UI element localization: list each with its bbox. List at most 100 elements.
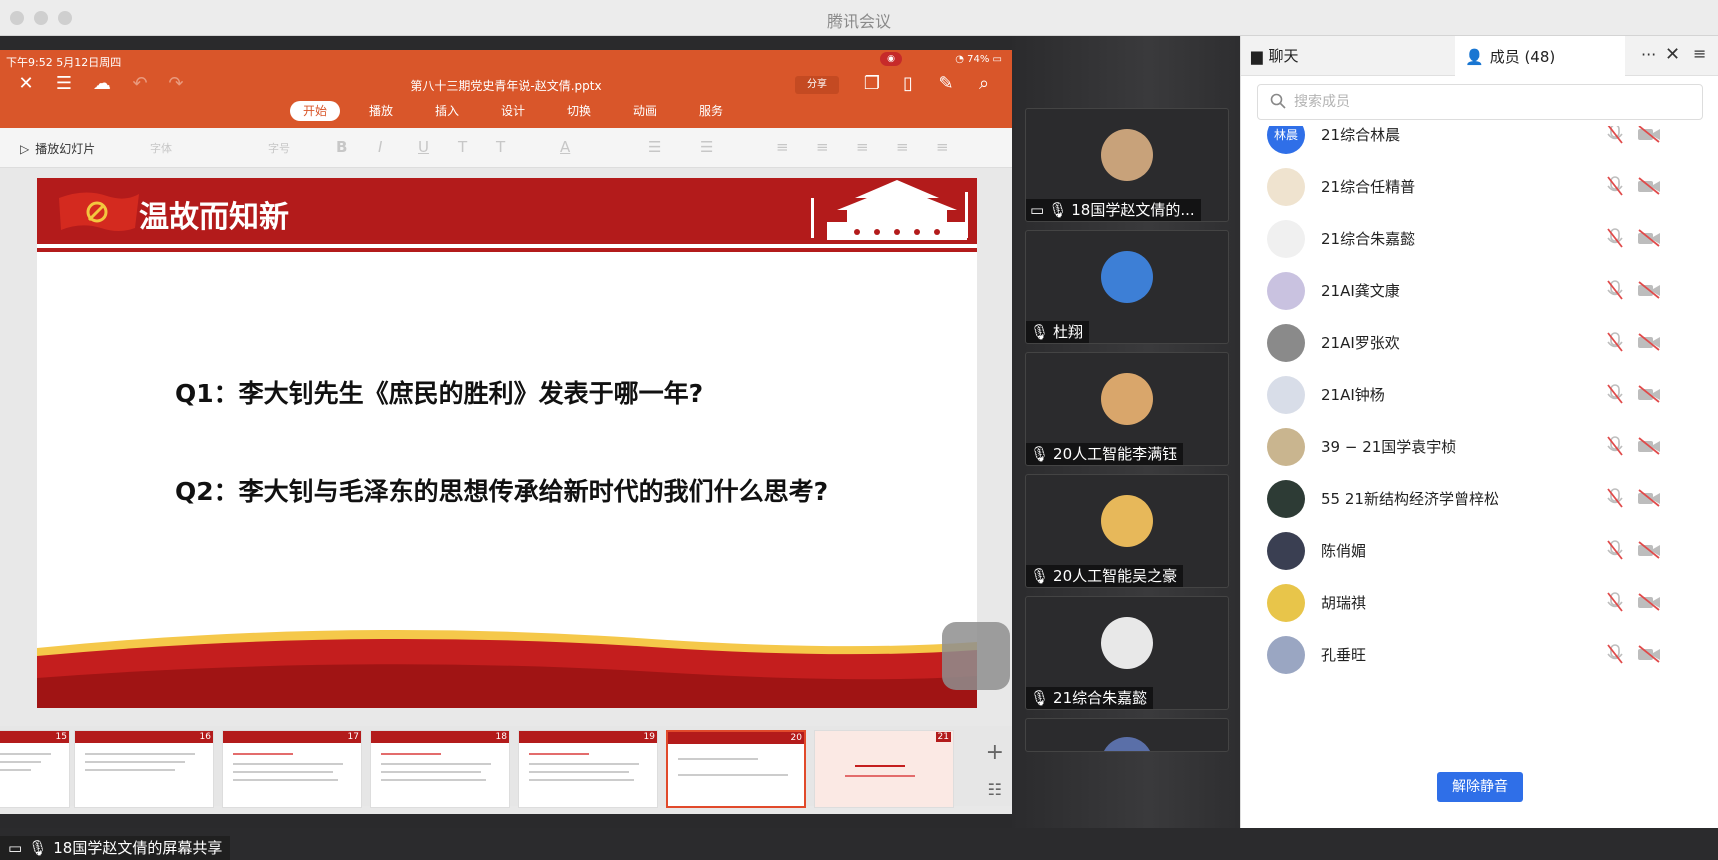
italic-icon[interactable]: I: [378, 138, 382, 156]
tab-chat[interactable]: ▆ 聊天: [1251, 36, 1299, 76]
camera-off-icon[interactable]: [1637, 281, 1661, 299]
unmute-button[interactable]: 解除静音: [1437, 772, 1523, 802]
font-size-select[interactable]: 字号: [268, 140, 290, 156]
camera-off-icon[interactable]: [1637, 126, 1661, 143]
video-tile[interactable]: 🎙 杜翔: [1025, 230, 1229, 344]
camera-off-icon[interactable]: [1637, 177, 1661, 195]
member-row[interactable]: 孔垂旺: [1241, 628, 1718, 680]
mic-muted-icon[interactable]: [1605, 126, 1625, 145]
member-row[interactable]: 21综合朱嘉懿: [1241, 212, 1718, 264]
add-slide-icon[interactable]: +: [986, 740, 1004, 765]
tab-home[interactable]: 开始: [290, 101, 340, 121]
tab-insert[interactable]: 插入: [414, 101, 480, 121]
tab-animation[interactable]: 动画: [612, 101, 678, 121]
slide-thumbnail[interactable]: 15: [0, 730, 70, 808]
mic-muted-icon[interactable]: [1605, 643, 1625, 665]
member-row[interactable]: 39 − 21国学袁宇桢: [1241, 420, 1718, 472]
video-tile[interactable]: [1025, 718, 1229, 752]
member-row[interactable]: 55 21新结构经济学曾梓松: [1241, 472, 1718, 524]
member-row[interactable]: 21综合任精普: [1241, 160, 1718, 212]
mic-muted-icon[interactable]: [1605, 383, 1625, 405]
mic-muted-icon[interactable]: [1605, 279, 1625, 301]
align-right-icon[interactable]: ≡: [856, 138, 869, 156]
member-avatar: [1267, 584, 1305, 622]
thumbnail-number: 21: [935, 732, 951, 742]
tab-members[interactable]: 👤 成员 (48): [1455, 36, 1625, 77]
member-list: 林晨 21综合林晨 21综合任精普 21综合朱嘉懿 21AI龚文康 21AI罗张欢 21AI…: [1241, 126, 1718, 736]
font-color-icon[interactable]: A: [560, 138, 570, 156]
video-tile[interactable]: 🎙 20人工智能李满钰: [1025, 352, 1229, 466]
slide-thumbnail[interactable]: 18: [370, 730, 510, 808]
thumbnail-number: 18: [495, 732, 507, 742]
camera-off-icon[interactable]: [1637, 385, 1661, 403]
tab-play[interactable]: 播放: [348, 101, 414, 121]
mic-muted-icon[interactable]: [1605, 539, 1625, 561]
slide-canvas[interactable]: 温故而知新 Q1：李大钊先生《庶民的胜利》发表于哪一年? Q2：李大钊与毛泽东的…: [37, 178, 977, 708]
participant-avatar: [1101, 251, 1153, 303]
video-tile[interactable]: ▭ 🎙 18国学赵文倩的...: [1025, 108, 1229, 222]
thumbnail-number: 16: [199, 732, 211, 742]
mic-muted-icon[interactable]: [1605, 331, 1625, 353]
play-slides-button[interactable]: ▷ 播放幻灯片: [20, 140, 95, 157]
slide-thumbnail[interactable]: 17: [222, 730, 362, 808]
camera-off-icon[interactable]: [1637, 645, 1661, 663]
grid-view-icon[interactable]: ☷: [988, 780, 1002, 799]
slide-thumbnails: 15 16 17 18 19 20 21 + ☷: [0, 726, 1012, 808]
mic-muted-icon[interactable]: [1605, 435, 1625, 457]
align-left-icon[interactable]: ≡: [776, 138, 789, 156]
member-row[interactable]: 林晨 21综合林晨: [1241, 126, 1718, 160]
number-list-icon[interactable]: ☰: [700, 138, 713, 156]
camera-off-icon[interactable]: [1637, 489, 1661, 507]
member-search: [1257, 84, 1703, 120]
tab-transition[interactable]: 切换: [546, 101, 612, 121]
justify-icon[interactable]: ≡: [896, 138, 909, 156]
font-select[interactable]: 字体: [150, 140, 172, 156]
search-icon[interactable]: ⌕: [972, 74, 996, 94]
mic-muted-icon[interactable]: [1605, 591, 1625, 613]
camera-off-icon[interactable]: [1637, 593, 1661, 611]
tab-design[interactable]: 设计: [480, 101, 546, 121]
search-input[interactable]: [1294, 85, 1694, 119]
member-name: 21AI罗张欢: [1321, 334, 1400, 352]
share-button[interactable]: 分享: [795, 76, 839, 94]
slide-thumbnail[interactable]: 19: [518, 730, 658, 808]
question-2: Q2：李大钊与毛泽东的思想传承给新时代的我们什么思考?: [175, 477, 829, 506]
camera-off-icon[interactable]: [1637, 229, 1661, 247]
more-icon[interactable]: ···: [1641, 45, 1656, 64]
camera-off-icon[interactable]: [1637, 333, 1661, 351]
participant-avatar: [1101, 617, 1153, 669]
align-center-icon[interactable]: ≡: [816, 138, 829, 156]
video-tile[interactable]: 🎙 20人工智能吴之豪: [1025, 474, 1229, 588]
copy-icon[interactable]: ❐: [860, 74, 884, 94]
members-panel: ▆ 聊天 👤 成员 (48) ··· ✕ ≡ 林晨 21综合林晨 21综合任精普 21综合…: [1240, 36, 1718, 828]
slide-thumbnail[interactable]: 16: [74, 730, 214, 808]
video-tile[interactable]: 🎙 21综合朱嘉懿: [1025, 596, 1229, 710]
member-row[interactable]: 胡瑞祺: [1241, 576, 1718, 628]
member-row[interactable]: 21AI钟杨: [1241, 368, 1718, 420]
member-row[interactable]: 陈俏媚: [1241, 524, 1718, 576]
camera-off-icon[interactable]: [1637, 437, 1661, 455]
text-icon[interactable]: T: [458, 138, 467, 156]
read-mode-icon[interactable]: ▯: [896, 74, 920, 94]
mic-muted-icon[interactable]: [1605, 175, 1625, 197]
member-row[interactable]: 21AI罗张欢: [1241, 316, 1718, 368]
underline-icon[interactable]: U: [418, 138, 429, 156]
question-1: Q1：李大钊先生《庶民的胜利》发表于哪一年?: [175, 379, 704, 408]
slide-thumbnail-current[interactable]: 20: [666, 730, 806, 808]
indent-icon[interactable]: ≡: [936, 138, 949, 156]
slide-thumbnail[interactable]: 21: [814, 730, 954, 808]
mic-muted-icon[interactable]: [1605, 487, 1625, 509]
camera-off-icon[interactable]: [1637, 541, 1661, 559]
list-icon[interactable]: ≡: [1693, 44, 1706, 63]
member-row[interactable]: 21AI龚文康: [1241, 264, 1718, 316]
bold-icon[interactable]: B: [336, 138, 347, 156]
party-flag-icon: [59, 192, 139, 231]
assistive-touch-button[interactable]: [942, 622, 1010, 690]
close-icon[interactable]: ✕: [1665, 44, 1680, 65]
pen-icon[interactable]: ✎: [934, 74, 958, 94]
subscript-icon[interactable]: T: [496, 138, 505, 156]
status-time: 下午9:52 5月12日周四: [6, 56, 122, 69]
tab-service[interactable]: 服务: [678, 101, 744, 121]
bullet-list-icon[interactable]: ☰: [648, 138, 661, 156]
mic-muted-icon[interactable]: [1605, 227, 1625, 249]
